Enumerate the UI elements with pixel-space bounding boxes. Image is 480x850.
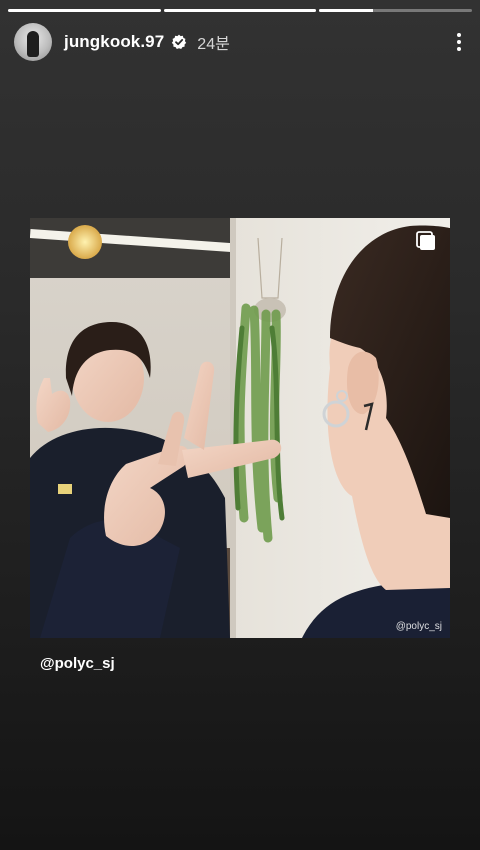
progress-fill bbox=[163, 9, 317, 12]
username-link[interactable]: jungkook.97 bbox=[64, 32, 164, 52]
progress-segment bbox=[319, 9, 473, 12]
avatar[interactable] bbox=[14, 23, 52, 61]
post-photo bbox=[30, 218, 450, 638]
mention-sticker[interactable]: @polyc_sj bbox=[40, 655, 115, 672]
progress-fill bbox=[8, 9, 161, 12]
shared-post-image[interactable]: @polyc_sj bbox=[30, 218, 450, 638]
progress-segment bbox=[8, 9, 161, 12]
image-watermark: @polyc_sj bbox=[395, 621, 442, 632]
story-viewer[interactable]: jungkook.97 24분 @polyc_sj @polyc_sj bbox=[0, 0, 480, 850]
multiple-images-icon bbox=[416, 231, 435, 250]
story-header: jungkook.97 24분 bbox=[14, 22, 470, 62]
progress-segment bbox=[163, 9, 317, 12]
post-time: 24분 bbox=[197, 36, 230, 53]
verified-badge-icon bbox=[171, 34, 187, 50]
progress-fill bbox=[319, 9, 373, 12]
more-options-icon[interactable] bbox=[448, 29, 470, 55]
story-progress-bar bbox=[8, 9, 473, 12]
